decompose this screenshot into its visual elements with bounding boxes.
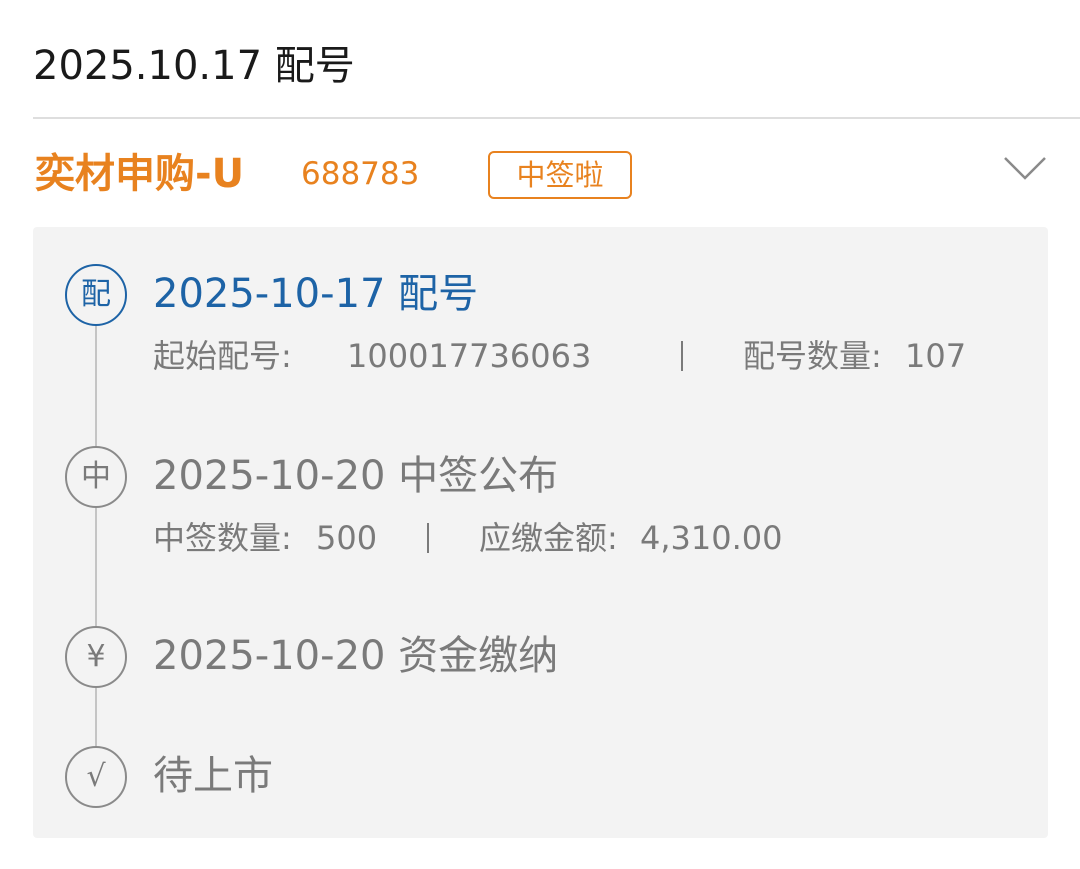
stock-header-row[interactable]: 奕材申购-U 688783 中签啦: [33, 140, 1048, 210]
allotment-step-icon: 配: [65, 264, 127, 326]
start-number-label: 起始配号:: [153, 337, 292, 375]
lottery-step-icon: 中: [65, 446, 127, 508]
divider: [33, 117, 1080, 119]
payment-amount-label: 应缴金额:: [479, 519, 618, 557]
payment-step-title: 2025-10-20 资金缴纳: [153, 633, 559, 679]
page-title: 2025.10.17 配号: [33, 43, 355, 89]
winning-quantity-value: 500: [316, 519, 378, 557]
status-badge: 中签啦: [488, 151, 632, 199]
detail-separator: [427, 523, 429, 553]
payment-amount-value: 4,310.00: [640, 519, 783, 557]
yen-icon: ¥: [65, 626, 127, 688]
check-icon: √: [65, 746, 127, 808]
lottery-step-title: 2025-10-20 中签公布: [153, 453, 559, 499]
allotment-count-value: 107: [905, 337, 967, 375]
stock-code: 688783: [301, 156, 420, 192]
winning-quantity-label: 中签数量:: [153, 519, 292, 557]
listing-step-title: 待上市: [153, 753, 273, 799]
stock-name: 奕材申购-U: [35, 151, 245, 197]
ipo-allotment-page: 2025.10.17 配号 奕材申购-U 688783 中签啦 配 2025-1…: [0, 0, 1080, 869]
allotment-count-label: 配号数量:: [743, 337, 882, 375]
chevron-down-icon[interactable]: [1003, 152, 1047, 182]
start-number-value: 100017736063: [347, 337, 592, 375]
detail-separator: [681, 341, 683, 371]
allotment-step-title: 2025-10-17 配号: [153, 271, 479, 317]
